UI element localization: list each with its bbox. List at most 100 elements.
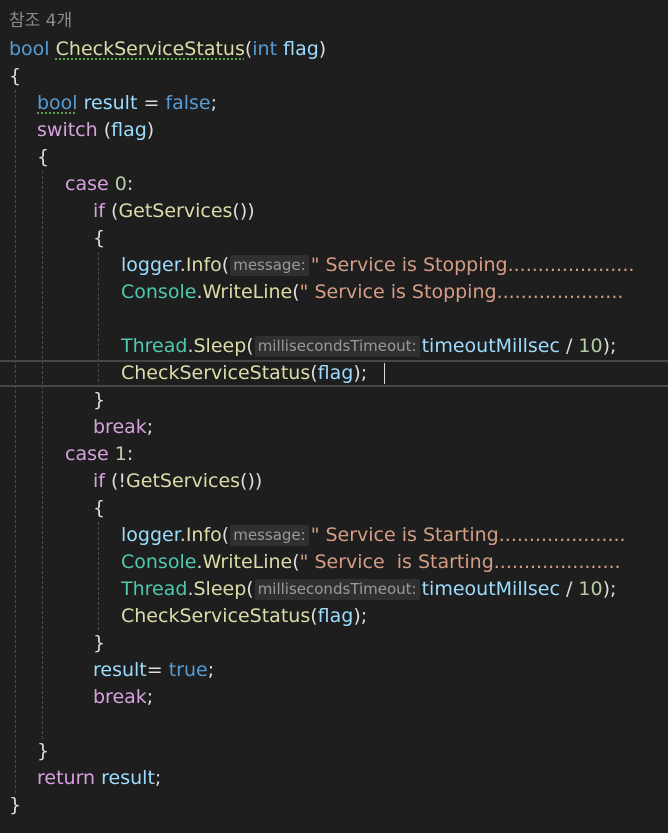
parameter-hint-milliseconds: millisecondsTimeout: xyxy=(254,336,420,357)
call-checkservicestatus: CheckServiceStatus xyxy=(121,362,311,384)
call-end: ); xyxy=(602,578,617,600)
code-line-console-stopping: Console.WriteLine(" Service is Stopping.… xyxy=(121,279,623,306)
code-line-if-close: } xyxy=(93,630,105,657)
keyword-true: true xyxy=(168,659,208,681)
keyword-bool: bool xyxy=(9,38,50,60)
brace-open: { xyxy=(93,497,106,519)
code-line-logger-starting: logger.Info(message: " Service is Startin… xyxy=(121,522,626,549)
paren-open: ( xyxy=(103,119,112,141)
keyword-break: break xyxy=(93,416,147,438)
semicolon: ; xyxy=(146,416,154,438)
code-line-close-brace: } xyxy=(9,792,21,819)
call-info: Info xyxy=(185,524,222,546)
code-line-if-getservices: if (GetServices()) xyxy=(93,198,255,225)
var-logger: logger xyxy=(121,254,180,276)
paren-open: ( xyxy=(246,578,254,600)
var-result: result xyxy=(83,92,138,114)
var-flag: flag xyxy=(317,605,354,627)
type-console: Console xyxy=(121,551,197,573)
type-console: Console xyxy=(121,281,197,303)
code-editor[interactable]: 참조 4개 bool CheckServiceStatus(int flag) … xyxy=(0,0,668,833)
call-checkservicestatus: CheckServiceStatus xyxy=(121,605,311,627)
brace-open: { xyxy=(9,65,22,87)
semicolon: ; xyxy=(154,767,162,789)
keyword-if: if xyxy=(93,200,105,222)
code-line-if-close: } xyxy=(93,387,105,414)
code-line-thread-sleep: Thread.Sleep(millisecondsTimeout: timeout… xyxy=(121,576,616,603)
paren-open: ( xyxy=(310,605,318,627)
var-result: result xyxy=(101,767,155,789)
string-stopping: " Service is Stopping...................… xyxy=(310,254,635,276)
call-info: Info xyxy=(185,254,222,276)
code-line-break: break; xyxy=(93,414,153,441)
call-sleep: Sleep xyxy=(193,335,247,357)
code-line-break: break; xyxy=(93,684,153,711)
brace-close: } xyxy=(9,794,22,816)
code-line-method-signature: bool CheckServiceStatus(int flag) xyxy=(9,36,326,63)
code-line-result-declaration: bool result = false; xyxy=(37,90,217,117)
call-writeline: WriteLine xyxy=(202,281,293,303)
code-line-return: return result; xyxy=(37,765,161,792)
keyword-int: int xyxy=(252,38,278,60)
parameter-hint-message: message: xyxy=(230,255,309,276)
parameter-hint-milliseconds: millisecondsTimeout: xyxy=(254,579,420,600)
method-name[interactable]: CheckServiceStatus xyxy=(56,38,245,60)
var-timeout: timeoutMillsec xyxy=(421,578,560,600)
brace-close: } xyxy=(93,632,106,654)
literal-1: 1 xyxy=(114,443,127,465)
code-line-result-true: result= true; xyxy=(93,657,214,684)
paren-open: ( xyxy=(221,524,230,546)
keyword-bool: bool xyxy=(37,92,78,114)
code-line-case-0: case 0: xyxy=(65,171,133,198)
var-flag: flag xyxy=(317,362,354,384)
paren-open: ( xyxy=(292,281,300,303)
brace-close: } xyxy=(37,740,50,762)
code-line-recursive-call: CheckServiceStatus(flag); xyxy=(121,603,367,630)
keyword-case: case xyxy=(65,443,109,465)
paren-open: ( xyxy=(246,335,254,357)
keyword-switch: switch xyxy=(37,119,98,141)
code-line-if-open: { xyxy=(93,495,105,522)
keyword-false: false xyxy=(165,92,211,114)
code-line-if-not-getservices: if (!GetServices()) xyxy=(93,468,262,495)
code-line-thread-sleep: Thread.Sleep(millisecondsTimeout: timeout… xyxy=(121,333,616,360)
literal-0: 0 xyxy=(114,173,127,195)
literal-10: 10 xyxy=(578,578,603,600)
operator-assign: = xyxy=(143,92,160,114)
operator-divide: / xyxy=(565,578,573,600)
keyword-break: break xyxy=(93,686,147,708)
var-flag: flag xyxy=(111,119,147,141)
type-thread: Thread xyxy=(121,335,188,357)
paren-open: ( xyxy=(292,551,300,573)
semicolon: ; xyxy=(146,686,154,708)
var-timeout: timeoutMillsec xyxy=(421,335,560,357)
semicolon: ; xyxy=(207,659,215,681)
call-writeline: WriteLine xyxy=(202,551,293,573)
brace-close: } xyxy=(93,389,106,411)
semicolon: ; xyxy=(210,92,218,114)
literal-10: 10 xyxy=(578,335,603,357)
parameter-hint-message: message: xyxy=(230,525,309,546)
var-logger: logger xyxy=(121,524,180,546)
indent-guide xyxy=(98,522,99,630)
code-line-logger-stopping: logger.Info(message: " Service is Stoppin… xyxy=(121,252,634,279)
call-sleep: Sleep xyxy=(193,578,247,600)
operator-assign: = xyxy=(146,659,163,681)
colon: : xyxy=(126,443,134,465)
colon: : xyxy=(126,173,134,195)
call-end: ); xyxy=(602,335,617,357)
call-getservices: GetServices xyxy=(126,470,241,492)
paren-open: ( xyxy=(310,362,318,384)
codelens-references[interactable]: 참조 4개 xyxy=(9,8,72,34)
code-line-switch-close: } xyxy=(37,738,49,765)
paren-open: ( xyxy=(221,254,230,276)
brace-open: { xyxy=(93,227,106,249)
keyword-if: if xyxy=(93,470,105,492)
brace-open: { xyxy=(37,146,50,168)
keyword-return: return xyxy=(37,767,96,789)
code-line-if-open: { xyxy=(93,225,105,252)
call-end: ); xyxy=(353,605,368,627)
paren-open-not: (! xyxy=(111,470,127,492)
parens: ()) xyxy=(232,200,255,222)
code-line-console-starting: Console.WriteLine(" Service is Starting.… xyxy=(121,549,621,576)
